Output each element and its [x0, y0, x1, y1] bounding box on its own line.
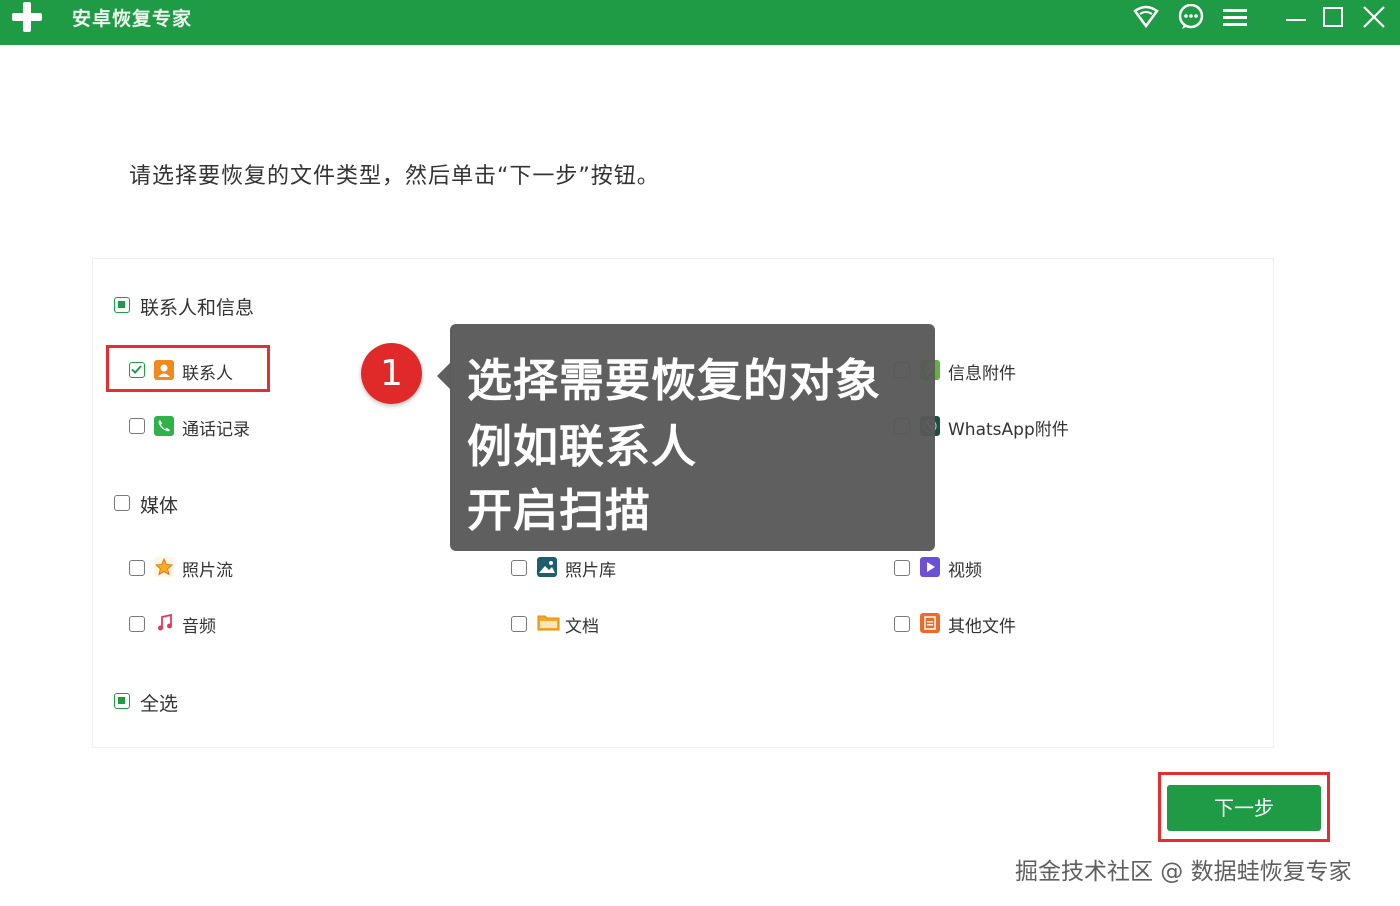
title-bar: 安卓恢复专家 — [0, 0, 1400, 45]
menu-icon[interactable] — [1221, 4, 1249, 30]
callout-line-3: 开启扫描 — [467, 484, 652, 537]
checkbox-photo-library[interactable] — [511, 560, 527, 576]
maximize-icon[interactable] — [1320, 4, 1348, 30]
app-title: 安卓恢复专家 — [72, 8, 193, 30]
checkbox-contacts[interactable] — [129, 362, 145, 378]
checkbox-documents[interactable] — [511, 616, 527, 632]
close-icon[interactable] — [1360, 4, 1388, 30]
file-icon — [920, 613, 940, 633]
contact-icon — [154, 360, 174, 380]
label-call-log: 通话记录 — [182, 420, 250, 440]
watermark: 掘金技术社区 @ 数据蛙恢复专家 — [1015, 859, 1352, 885]
instruction-text: 请选择要恢复的文件类型，然后单击“下一步”按钮。 — [129, 164, 660, 189]
step-number-badge: 1 — [361, 343, 422, 404]
group-label-contacts-messages: 联系人和信息 — [140, 297, 255, 319]
label-other-files: 其他文件 — [948, 617, 1016, 637]
folder-icon — [537, 612, 560, 632]
minimize-icon[interactable] — [1283, 4, 1311, 30]
checkbox-other-files[interactable] — [894, 616, 910, 632]
label-audio: 音频 — [182, 617, 216, 637]
label-photo-stream: 照片流 — [182, 561, 233, 581]
group-checkbox-media[interactable] — [114, 495, 130, 511]
checkbox-call-log[interactable] — [129, 418, 145, 434]
checkbox-audio[interactable] — [129, 616, 145, 632]
next-button[interactable]: 下一步 — [1167, 785, 1321, 831]
music-icon — [155, 613, 175, 633]
label-photo-library: 照片库 — [565, 561, 616, 581]
star-icon — [154, 557, 174, 577]
checkbox-video[interactable] — [894, 560, 910, 576]
wifi-icon[interactable] — [1132, 4, 1160, 30]
callout-arrow — [437, 362, 451, 390]
label-contacts: 联系人 — [182, 364, 233, 384]
chat-icon[interactable] — [1177, 3, 1205, 30]
image-icon — [537, 557, 557, 577]
label-documents: 文档 — [565, 617, 599, 637]
checkbox-photo-stream[interactable] — [129, 560, 145, 576]
callout-line-2: 例如联系人 — [467, 420, 698, 473]
label-whatsapp-attachments: WhatsApp附件 — [948, 420, 1069, 440]
select-all-label: 全选 — [140, 693, 179, 715]
callout-line-1: 选择需要恢复的对象 — [467, 354, 882, 407]
group-checkbox-contacts-messages[interactable] — [114, 297, 130, 313]
label-message-attachments: 信息附件 — [948, 364, 1016, 384]
group-label-media: 媒体 — [140, 495, 179, 517]
phone-icon — [154, 416, 174, 436]
plus-logo-icon — [10, 0, 44, 34]
video-icon — [920, 557, 940, 577]
select-all-checkbox[interactable] — [114, 693, 130, 709]
label-video: 视频 — [948, 561, 982, 581]
